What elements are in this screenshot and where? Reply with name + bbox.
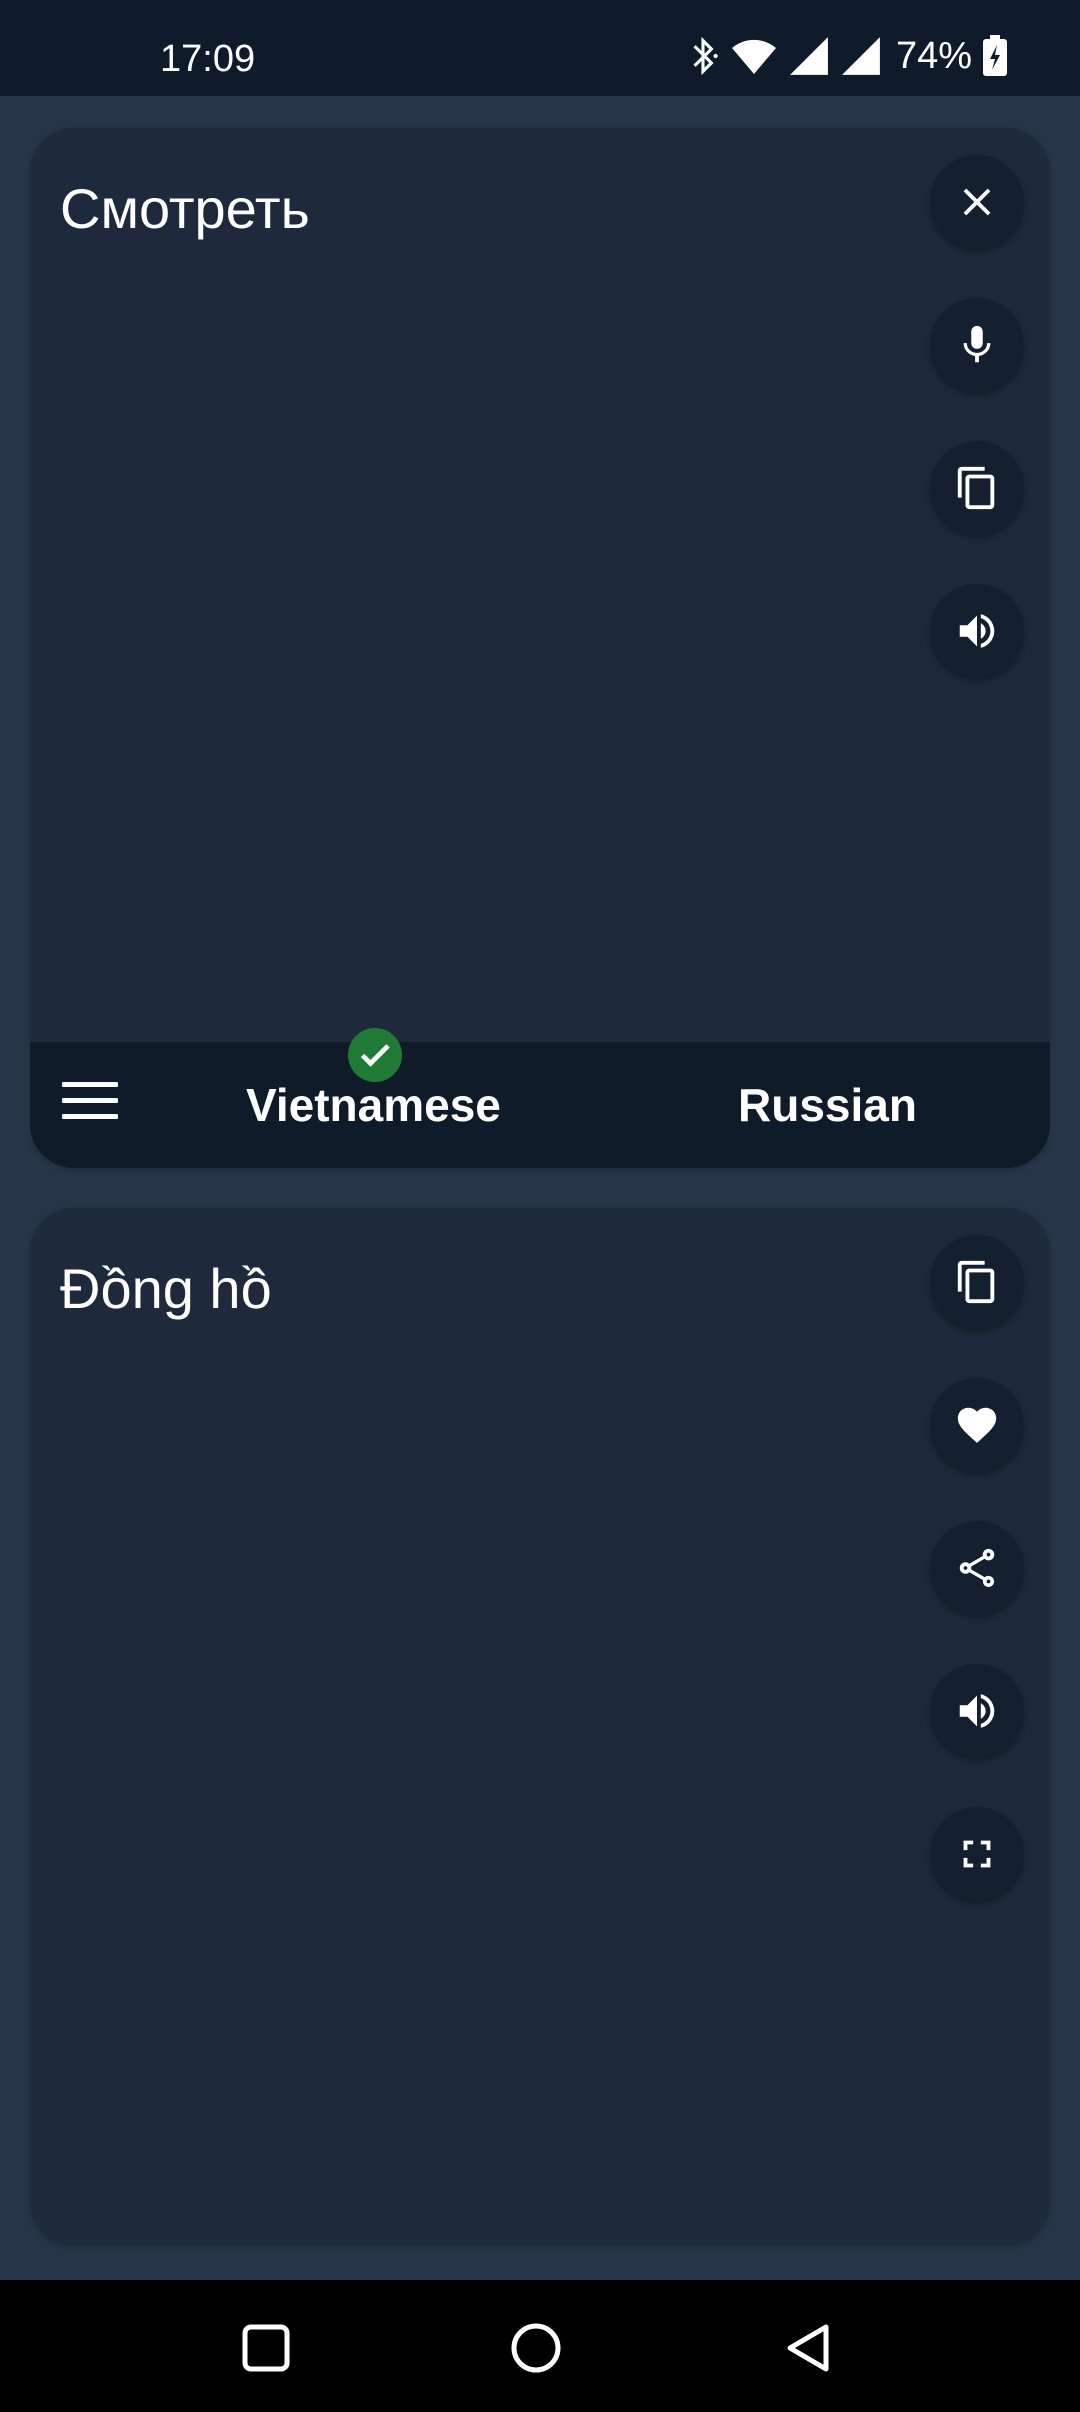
- copy-icon: [957, 1260, 995, 1304]
- back-button[interactable]: [776, 2316, 840, 2380]
- checkmark-glyph: [360, 1044, 390, 1067]
- navigation-bar: [0, 2280, 1080, 2412]
- signal-icon: [790, 37, 828, 75]
- status-icons: 74%: [686, 34, 1008, 78]
- speaker-icon: [959, 1694, 995, 1728]
- fullscreen-button[interactable]: [930, 1807, 1024, 1901]
- speak-translation-button[interactable]: [930, 1664, 1024, 1758]
- fullscreen-icon: [963, 1840, 991, 1868]
- clear-button[interactable]: [930, 155, 1024, 249]
- close-icon: [963, 188, 991, 216]
- copy-icon: [957, 466, 995, 510]
- share-button[interactable]: [930, 1521, 1024, 1615]
- microphone-button[interactable]: [930, 298, 1024, 392]
- status-bar: 17:09 74%: [0, 0, 1080, 96]
- recents-square-icon: [242, 2324, 290, 2372]
- menu-button[interactable]: [62, 1082, 118, 1130]
- wifi-icon: [731, 39, 776, 74]
- menu-line: [62, 1098, 118, 1103]
- heart-icon: [957, 1407, 997, 1443]
- menu-line: [62, 1114, 118, 1119]
- battery-charging-icon: [983, 35, 1007, 76]
- home-circle-icon: [511, 2323, 561, 2373]
- share-icon: [959, 1548, 995, 1588]
- source-card: Смотреть Vietnamese Russian: [30, 128, 1050, 1168]
- copy-source-button[interactable]: [930, 441, 1024, 535]
- back-triangle-icon: [787, 2324, 829, 2372]
- microphone-icon: [963, 325, 991, 363]
- speaker-icon: [959, 614, 995, 648]
- recents-button[interactable]: [234, 2316, 298, 2380]
- translation-text: Đồng hồ: [60, 1257, 272, 1320]
- speak-source-button[interactable]: [930, 584, 1024, 678]
- menu-line: [62, 1082, 118, 1087]
- status-time: 17:09: [160, 38, 256, 80]
- language-bar: Vietnamese Russian: [30, 1028, 1050, 1168]
- bluetooth-icon: [693, 36, 718, 76]
- signal-icon: [842, 37, 880, 75]
- target-language-button[interactable]: Russian: [738, 1078, 917, 1132]
- copy-translation-button[interactable]: [930, 1235, 1024, 1329]
- favorite-button[interactable]: [930, 1378, 1024, 1472]
- source-text[interactable]: Смотреть: [60, 176, 310, 241]
- check-icon: [348, 1028, 402, 1082]
- source-language-button[interactable]: Vietnamese: [246, 1078, 501, 1132]
- home-button[interactable]: [504, 2316, 568, 2380]
- battery-percent: 74%: [895, 34, 972, 77]
- translation-card: Đồng hồ: [30, 1208, 1050, 2246]
